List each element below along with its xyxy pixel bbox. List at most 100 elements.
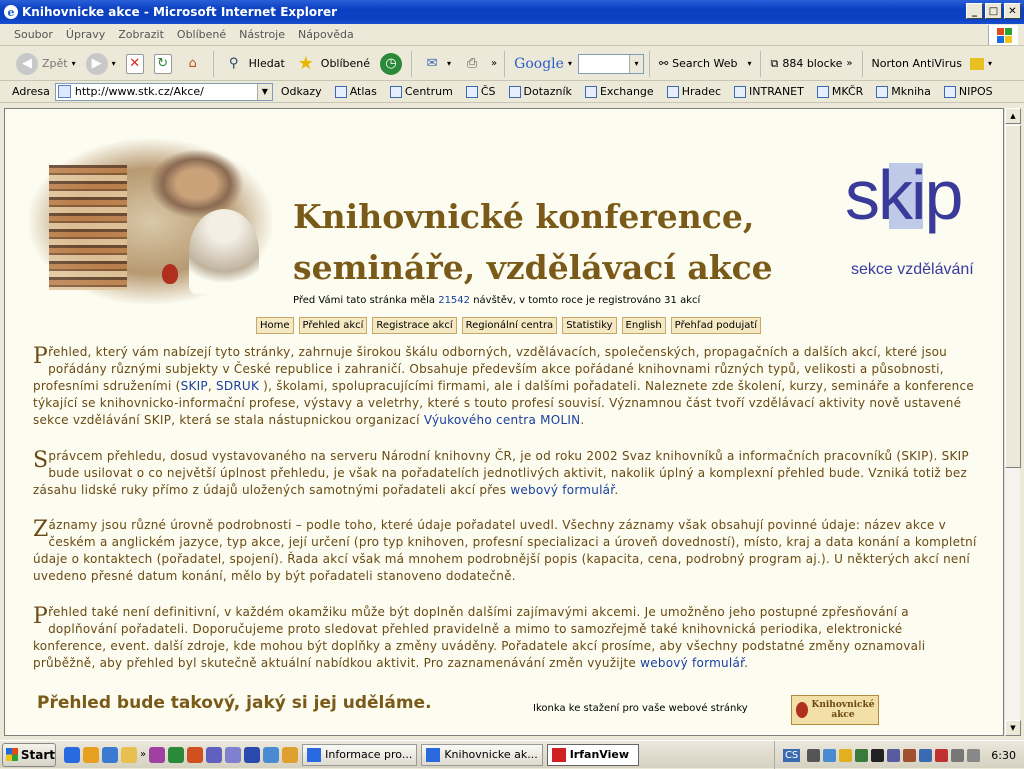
sdruk-link[interactable]: SDRUK xyxy=(216,379,259,393)
maximize-button[interactable]: □ xyxy=(985,3,1002,19)
taskbar-task-knihovnicke[interactable]: Knihovnicke ak... xyxy=(421,743,543,766)
link-exchange[interactable]: Exchange xyxy=(584,85,654,98)
outlook-icon[interactable] xyxy=(102,746,118,763)
nav-regionalni-centra[interactable]: Regionální centra xyxy=(461,317,558,334)
tray-icon[interactable] xyxy=(855,748,869,762)
word-icon[interactable] xyxy=(244,746,261,763)
tray-icon[interactable] xyxy=(919,748,933,762)
nav-english[interactable]: English xyxy=(621,317,666,334)
link-cs[interactable]: ČS xyxy=(465,85,496,98)
print-button[interactable]: ⎙ xyxy=(457,50,487,78)
tray-icon[interactable] xyxy=(951,748,965,762)
tray-icon[interactable] xyxy=(823,748,837,762)
link-icon xyxy=(465,85,478,98)
media-player-icon[interactable] xyxy=(83,746,99,763)
mail-button[interactable]: ✉ ▾ xyxy=(417,50,455,78)
app-icon[interactable] xyxy=(149,746,166,763)
stop-button[interactable]: ✕ xyxy=(122,50,148,78)
menu-napoveda[interactable]: Nápověda xyxy=(298,28,354,41)
app-icon[interactable] xyxy=(263,746,280,763)
popup-blocker-button[interactable]: ⧉ 884 blocke» xyxy=(766,50,856,78)
app-icon[interactable] xyxy=(225,746,242,763)
link-hradec[interactable]: Hradec xyxy=(666,85,721,98)
download-icon-button[interactable]: Knihovnické akce xyxy=(791,695,879,725)
menu-oblibene[interactable]: Oblíbené xyxy=(177,28,226,41)
excel-icon[interactable] xyxy=(168,746,185,763)
skip-link[interactable]: SKIP xyxy=(181,379,208,393)
windows-flag-icon xyxy=(6,748,18,761)
binoculars-icon: ⚯ xyxy=(658,57,669,70)
app-icon[interactable] xyxy=(282,746,299,763)
web-form-link[interactable]: webový formulář xyxy=(510,483,614,497)
forward-button[interactable]: ▶ ▾ xyxy=(82,50,120,78)
nav-prehlad-podujati[interactable]: Přehľad podujatí xyxy=(670,317,762,334)
link-mkcr[interactable]: MKČR xyxy=(816,85,863,98)
tray-icon[interactable] xyxy=(839,748,853,762)
google-button[interactable]: Google ▾ xyxy=(510,50,576,78)
norton-button[interactable]: Norton AntiVirus ▾ xyxy=(868,50,996,78)
tray-icon[interactable] xyxy=(935,748,949,762)
visits-count: 21542 xyxy=(438,295,471,306)
taskbar-task-informace[interactable]: Informace pro... xyxy=(302,743,418,766)
molin-link[interactable]: Výukového centra MOLIN xyxy=(424,413,581,427)
stop-icon: ✕ xyxy=(125,53,144,74)
scroll-thumb[interactable] xyxy=(1005,125,1021,468)
favorites-button[interactable]: ★ Oblíbené xyxy=(291,50,374,78)
address-input[interactable]: http://www.stk.cz/Akce/ ▼ xyxy=(54,82,273,101)
tray-icon[interactable] xyxy=(807,748,821,762)
link-mkniha[interactable]: Mkniha xyxy=(876,85,931,98)
nav-registrace-akci[interactable]: Registrace akcí xyxy=(372,317,457,334)
search-web-button[interactable]: ⚯ Search Web ▾ xyxy=(655,50,756,78)
link-nipos[interactable]: NIPOS xyxy=(943,85,993,98)
powerpoint-icon[interactable] xyxy=(187,746,204,763)
search-icon: ⚲ xyxy=(228,56,239,71)
google-search-input[interactable]: ▾ xyxy=(577,53,644,74)
minimize-button[interactable]: _ xyxy=(966,3,983,19)
link-centrum[interactable]: Centrum xyxy=(389,85,453,98)
explorer-icon[interactable] xyxy=(121,746,137,763)
close-button[interactable]: ✕ xyxy=(1004,3,1021,19)
tray-icon[interactable] xyxy=(887,748,901,762)
search-button[interactable]: ⚲ Hledat xyxy=(219,50,289,78)
menu-nastroje[interactable]: Nástroje xyxy=(239,28,285,41)
address-dropdown[interactable]: ▼ xyxy=(256,83,272,100)
updates-paragraph: Přehled také není definitivní, v každém … xyxy=(33,604,926,670)
taskbar-task-irfanview[interactable]: IrfanView xyxy=(546,743,639,766)
menu-zobrazit[interactable]: Zobrazit xyxy=(118,28,164,41)
scroll-up-arrow[interactable]: ▲ xyxy=(1005,108,1021,124)
ie-icon: e xyxy=(4,5,18,19)
nav-home[interactable]: Home xyxy=(256,317,294,334)
system-tray: CS 6:30 xyxy=(773,741,1024,769)
windows-logo-icon xyxy=(988,25,1018,45)
page-viewport: Knihovnické konference, semináře, vzdělá… xyxy=(4,108,1004,736)
norton-label: Norton AntiVirus xyxy=(871,57,962,70)
menu-soubor[interactable]: Soubor xyxy=(14,28,53,41)
tray-icon[interactable] xyxy=(871,748,885,762)
link-atlas[interactable]: Atlas xyxy=(334,85,377,98)
history-button[interactable]: ◷ xyxy=(376,50,406,78)
link-intranet[interactable]: INTRANET xyxy=(734,85,804,98)
back-button[interactable]: ◀ Zpět ▾ xyxy=(12,50,80,78)
refresh-button[interactable]: ↻ xyxy=(150,50,176,78)
toolbar: ◀ Zpět ▾ ▶ ▾ ✕ ↻ ⌂ ⚲ Hledat ★ Oblíbené ◷ ✉ ▾ … xyxy=(0,47,1024,81)
window-titlebar: e Knihovnicke akce - Microsoft Internet … xyxy=(0,0,1024,24)
ie-quicklaunch-icon[interactable] xyxy=(64,746,80,763)
nav-statistiky[interactable]: Statistiky xyxy=(562,317,617,334)
scroll-down-arrow[interactable]: ▼ xyxy=(1005,720,1021,736)
start-button[interactable]: Start xyxy=(2,742,56,767)
nav-prehled-akci[interactable]: Přehled akcí xyxy=(298,317,368,334)
menu-upravy[interactable]: Úpravy xyxy=(66,28,105,41)
web-form-link[interactable]: webový formulář xyxy=(640,656,744,670)
skip-logo-text: skip xyxy=(845,156,963,234)
language-indicator[interactable]: CS xyxy=(782,748,801,762)
irfanview-icon xyxy=(551,747,566,762)
link-dotaznik[interactable]: Dotazník xyxy=(508,85,572,98)
vertical-scrollbar[interactable]: ▲ ▼ xyxy=(1004,108,1021,736)
home-button[interactable]: ⌂ xyxy=(178,50,208,78)
app-icon[interactable] xyxy=(206,746,223,763)
volume-icon[interactable] xyxy=(967,748,981,762)
admin-paragraph: Správcem přehledu, dosud vystavovaného n… xyxy=(33,448,969,497)
tray-icon[interactable] xyxy=(903,748,917,762)
link-icon xyxy=(876,85,889,98)
search-web-label: Search Web xyxy=(672,57,738,70)
